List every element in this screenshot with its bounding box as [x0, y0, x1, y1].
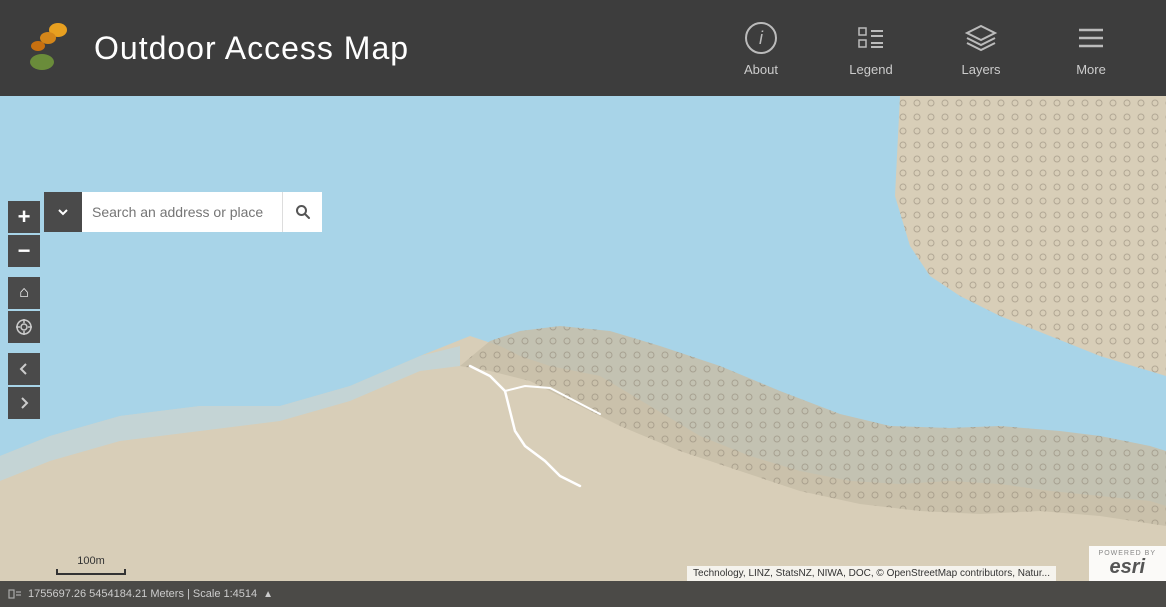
status-coords: 1755697.26 5454184.21 Meters | Scale 1:4… [28, 588, 257, 600]
forward-button[interactable] [8, 387, 40, 419]
attribution: Technology, LINZ, StatsNZ, NIWA, DOC, © … [687, 566, 1056, 581]
map-canvas [0, 96, 1166, 607]
home-button[interactable]: ⌂ [8, 277, 40, 309]
nav-layers[interactable]: Layers [926, 0, 1036, 96]
status-expand-btn[interactable]: ▲ [263, 589, 273, 600]
search-submit-button[interactable] [282, 192, 322, 232]
layers-icon [963, 20, 999, 56]
esri-logo: POWERED BY esri [1089, 546, 1166, 581]
svg-text:i: i [759, 28, 764, 48]
forward-arrow-icon [16, 395, 32, 411]
search-input[interactable] [82, 192, 282, 232]
zoom-in-button[interactable]: + [8, 201, 40, 233]
about-label: About [744, 62, 778, 77]
hamburger-icon [1073, 20, 1109, 56]
search-icon [295, 204, 311, 220]
status-expand-icon [8, 587, 22, 601]
search-type-dropdown[interactable] [44, 192, 82, 232]
scale-label: 100m [77, 555, 105, 567]
app-logo [20, 18, 80, 78]
layers-label: Layers [961, 62, 1000, 77]
search-bar [44, 192, 322, 232]
nav-more[interactable]: More [1036, 0, 1146, 96]
locate-icon [15, 318, 33, 336]
map-area[interactable]: + − ⌂ 100m Tech [0, 96, 1166, 607]
nav-bar: i About Legend [706, 0, 1146, 96]
attribution-text: Technology, LINZ, StatsNZ, NIWA, DOC, © … [693, 568, 1050, 579]
app-header: Outdoor Access Map i About [0, 0, 1166, 96]
nav-about[interactable]: i About [706, 0, 816, 96]
chevron-down-icon [56, 205, 70, 219]
more-label: More [1076, 62, 1106, 77]
back-arrow-icon [16, 361, 32, 377]
locate-button[interactable] [8, 311, 40, 343]
zoom-out-button[interactable]: − [8, 235, 40, 267]
map-controls: + − ⌂ [8, 201, 40, 419]
app-title: Outdoor Access Map [94, 30, 409, 67]
legend-icon [853, 20, 889, 56]
legend-label: Legend [849, 62, 892, 77]
about-icon: i [743, 20, 779, 56]
nav-legend[interactable]: Legend [816, 0, 926, 96]
scale-bar: 100m [56, 555, 126, 575]
back-button[interactable] [8, 353, 40, 385]
esri-brand: esri [1109, 557, 1145, 577]
scale-line [56, 569, 126, 575]
status-bar: 1755697.26 5454184.21 Meters | Scale 1:4… [0, 581, 1166, 607]
logo-area: Outdoor Access Map [20, 18, 409, 78]
